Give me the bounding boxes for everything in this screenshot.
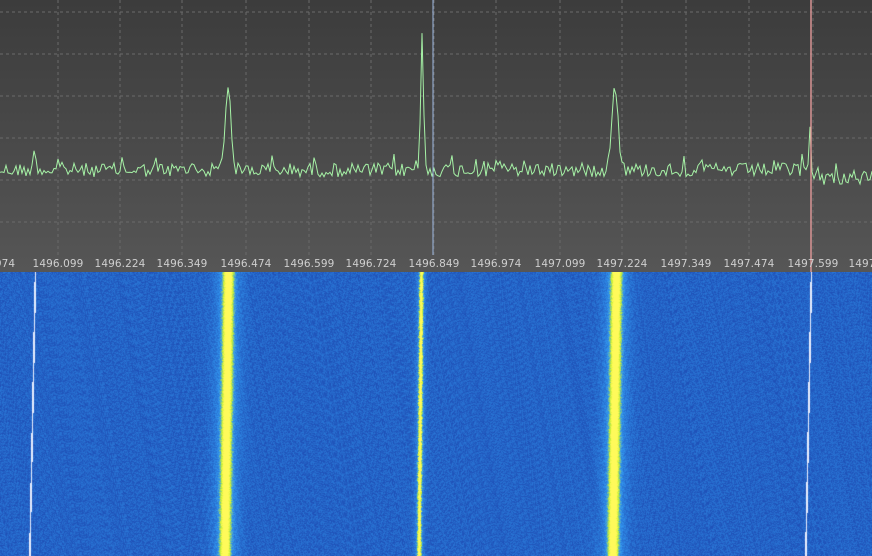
- freq-tick-label: 1497.474: [723, 258, 775, 270]
- freq-tick-label: 1496.974: [470, 258, 522, 270]
- freq-tick-label: 1497.224: [596, 258, 648, 270]
- freq-tick-label: 1496.599: [283, 258, 335, 270]
- spectrum-trace: [0, 33, 872, 186]
- freq-tick-label: 1497.099: [534, 258, 586, 270]
- spectrum-plot[interactable]: [0, 0, 872, 272]
- freq-tick-label: 1497.349: [660, 258, 712, 270]
- freq-tick-label: 1496.724: [345, 258, 397, 270]
- freq-tick-label: 1496.349: [156, 258, 208, 270]
- sdr-receiver-display: 974 1496.099 1496.224 1496.349 1496.474 …: [0, 0, 872, 556]
- frequency-axis: 974 1496.099 1496.224 1496.349 1496.474 …: [0, 255, 872, 272]
- waterfall-panel[interactable]: [0, 272, 872, 556]
- freq-tick-label: 1496.849: [408, 258, 460, 270]
- spectrum-panel[interactable]: 974 1496.099 1496.224 1496.349 1496.474 …: [0, 0, 872, 272]
- freq-tick-label: 1497: [848, 258, 872, 270]
- freq-tick-label: 974: [0, 258, 16, 270]
- freq-tick-label: 1496.099: [32, 258, 84, 270]
- freq-tick-label: 1497.599: [787, 258, 839, 270]
- spectrum-grid: [0, 0, 872, 255]
- freq-tick-label: 1496.474: [220, 258, 272, 270]
- freq-tick-label: 1496.224: [94, 258, 146, 270]
- waterfall-display[interactable]: [0, 272, 872, 556]
